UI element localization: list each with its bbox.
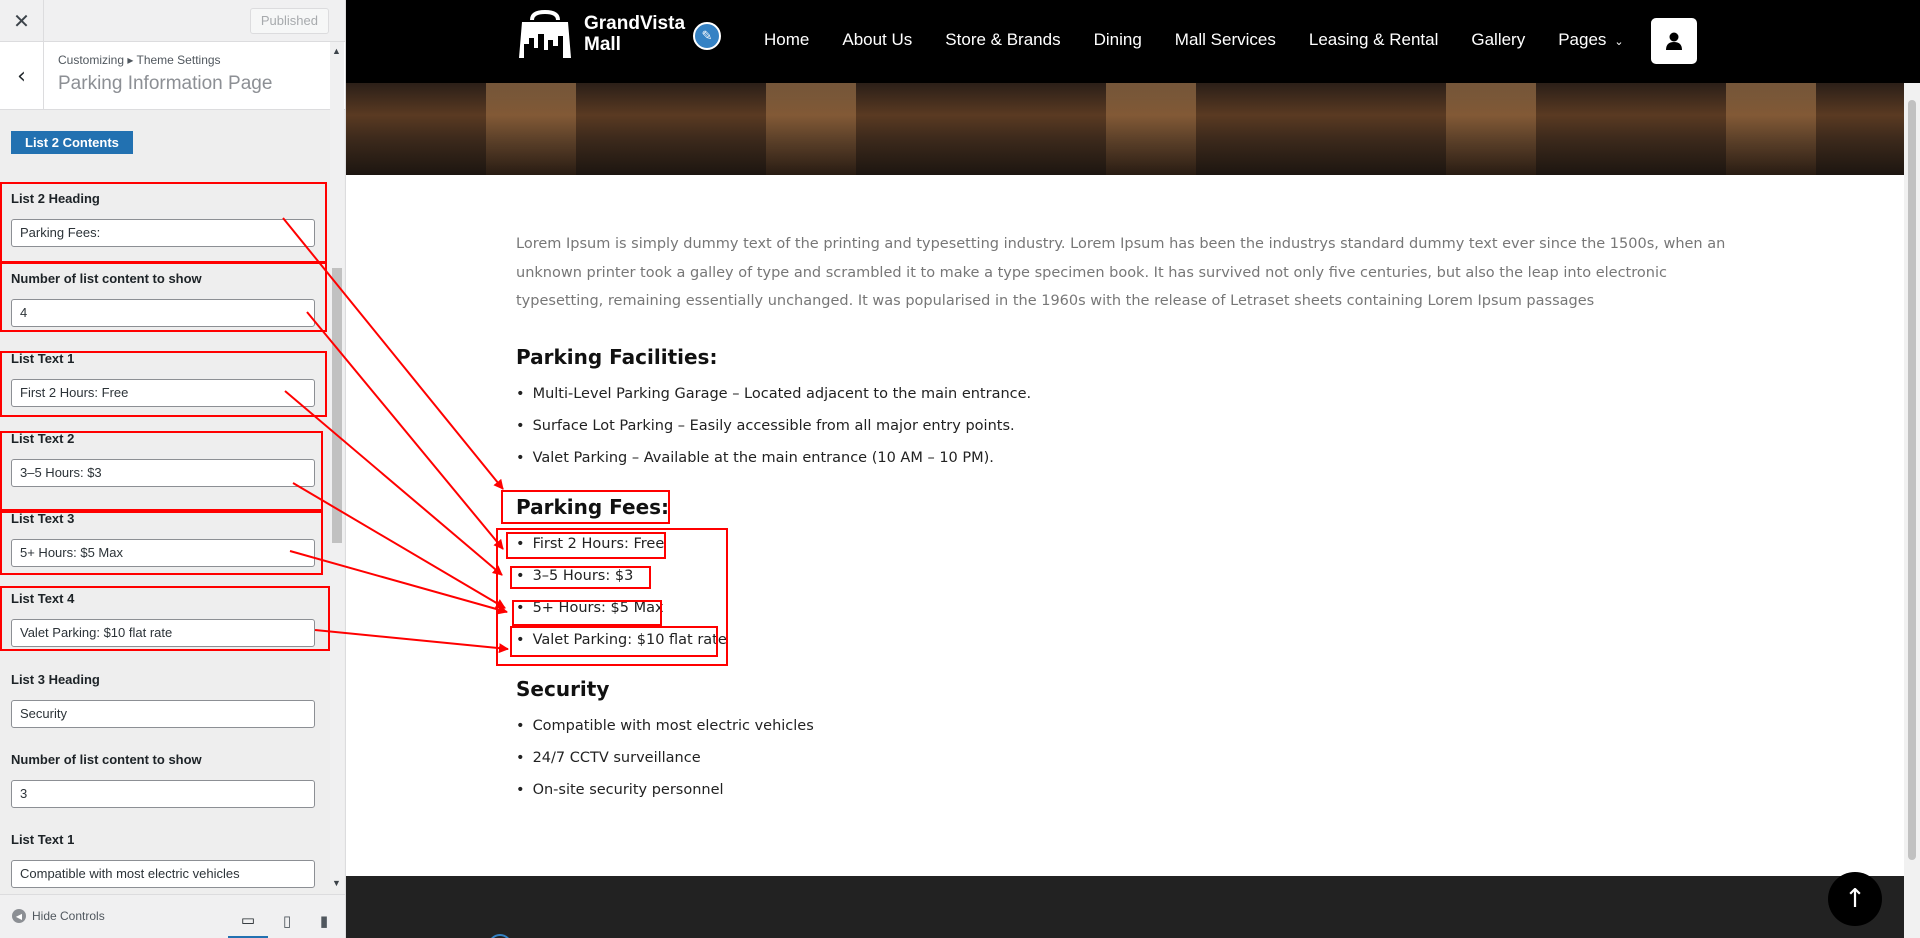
- breadcrumb: Customizing ▸ Theme Settings: [58, 53, 221, 67]
- menu-item-about[interactable]: About Us: [842, 30, 912, 50]
- close-icon[interactable]: ✕: [0, 0, 44, 42]
- list-item: First 2 Hours: Free: [516, 536, 665, 552]
- list2-text1-input[interactable]: First 2 Hours: Free: [11, 379, 315, 407]
- field-list2-text3: List Text 3 5+ Hours: $5 Max: [11, 511, 315, 567]
- logo-line-2: Mall: [584, 34, 621, 55]
- menu-item-leasing[interactable]: Leasing & Rental: [1309, 30, 1438, 50]
- field-list2-heading: List 2 Heading Parking Fees:: [11, 191, 315, 247]
- menu-item-gallery[interactable]: Gallery: [1471, 30, 1525, 50]
- sidebar-scroll-thumb[interactable]: [332, 268, 342, 543]
- field-list3-text1: List Text 1 Compatible with most electri…: [11, 832, 315, 888]
- menu-item-home[interactable]: Home: [764, 30, 809, 50]
- chevron-down-icon: ⌄: [1614, 35, 1624, 48]
- customizer-footer: ◀ Hide Controls ▭ ▯ ▮: [0, 894, 345, 938]
- field-label: List 2 Heading: [11, 191, 100, 206]
- customizer-panel: ✕ Published ‹ Customizing ▸ Theme Settin…: [0, 0, 346, 938]
- user-icon: [1666, 32, 1682, 50]
- hero-banner-image: [346, 83, 1906, 175]
- list-item: Valet Parking – Available at the main en…: [516, 450, 994, 466]
- list-item: Surface Lot Parking – Easily accessible …: [516, 418, 1015, 434]
- field-label: List Text 1: [11, 832, 75, 847]
- list-item: Compatible with most electric vehicles: [516, 718, 814, 734]
- page-scroll-thumb[interactable]: [1908, 100, 1916, 860]
- menu-item-stores[interactable]: Store & Brands: [945, 30, 1060, 50]
- field-label: Number of list content to show: [11, 752, 202, 767]
- site-preview: GrandVista Mall ✎ Home About Us Store & …: [346, 0, 1920, 938]
- field-list2-text2: List Text 2 3–5 Hours: $3: [11, 431, 315, 487]
- section-title: Parking Information Page: [58, 73, 273, 94]
- list2-text4-input[interactable]: Valet Parking: $10 flat rate: [11, 619, 315, 647]
- list3-heading: Security: [516, 677, 610, 701]
- published-button[interactable]: Published: [249, 8, 329, 34]
- field-list3-heading: List 3 Heading Security: [11, 672, 315, 728]
- intro-paragraph-wrap: Lorem Ipsum is simply dummy text of the …: [516, 230, 1736, 316]
- list-item: Valet Parking: $10 flat rate: [516, 632, 727, 648]
- site-navbar: GrandVista Mall ✎ Home About Us Store & …: [346, 0, 1920, 83]
- edit-shortcut-pencil-icon[interactable]: ✎: [693, 22, 721, 50]
- menu-item-services[interactable]: Mall Services: [1175, 30, 1276, 50]
- back-arrow-icon[interactable]: ‹: [0, 42, 44, 110]
- list3-count-input[interactable]: 3: [11, 780, 315, 808]
- field-label: Number of list content to show: [11, 271, 202, 286]
- field-list3-count: Number of list content to show 3: [11, 752, 315, 808]
- scroll-up-icon[interactable]: ▲: [332, 46, 341, 56]
- collapse-icon: ◀: [12, 909, 26, 923]
- tablet-preview-icon[interactable]: ▯: [267, 903, 307, 938]
- field-label: List Text 1: [11, 351, 75, 366]
- scroll-down-icon[interactable]: ▼: [332, 878, 341, 888]
- field-label: List Text 3: [11, 511, 75, 526]
- list-item: Multi-Level Parking Garage – Located adj…: [516, 386, 1032, 402]
- list2-text3-input[interactable]: 5+ Hours: $5 Max: [11, 539, 315, 567]
- footer-icon: [488, 934, 512, 938]
- list-item: 5+ Hours: $5 Max: [516, 600, 664, 616]
- field-label: List Text 2: [11, 431, 75, 446]
- field-list2-text1: List Text 1 First 2 Hours: Free: [11, 351, 315, 407]
- hero-light: [486, 83, 576, 175]
- user-account-button[interactable]: [1651, 18, 1697, 64]
- menu-item-dining[interactable]: Dining: [1094, 30, 1142, 50]
- list2-heading-input[interactable]: Parking Fees:: [11, 219, 315, 247]
- list3-text1-input[interactable]: Compatible with most electric vehicles: [11, 860, 315, 888]
- hide-controls-label: Hide Controls: [32, 909, 105, 923]
- field-label: List Text 4: [11, 591, 75, 606]
- list3-heading-input[interactable]: Security: [11, 700, 315, 728]
- site-logo[interactable]: GrandVista Mall: [516, 10, 685, 58]
- hero-light: [766, 83, 856, 175]
- hide-controls-button[interactable]: ◀ Hide Controls: [12, 909, 105, 923]
- list-item: On-site security personnel: [516, 782, 724, 798]
- list2-text2-input[interactable]: 3–5 Hours: $3: [11, 459, 315, 487]
- customizer-header: ✕ Published: [0, 0, 345, 42]
- list1-heading: Parking Facilities:: [516, 345, 718, 369]
- intro-paragraph: Lorem Ipsum is simply dummy text of the …: [516, 236, 1726, 309]
- desktop-preview-icon[interactable]: ▭: [228, 903, 268, 938]
- hero-light: [1106, 83, 1196, 175]
- list-item: 24/7 CCTV surveillance: [516, 750, 701, 766]
- logo-line-1: GrandVista: [584, 13, 686, 34]
- field-list2-text4: List Text 4 Valet Parking: $10 flat rate: [11, 591, 315, 647]
- list2-count-input[interactable]: 4: [11, 299, 315, 327]
- field-label: List 3 Heading: [11, 672, 100, 687]
- site-footer: [346, 876, 1906, 938]
- menu-item-pages[interactable]: Pages ⌄: [1558, 30, 1623, 50]
- list-2-contents-button[interactable]: List 2 Contents: [11, 131, 133, 154]
- list-item: 3–5 Hours: $3: [516, 568, 634, 584]
- main-menu: Home About Us Store & Brands Dining Mall…: [764, 30, 1657, 50]
- scroll-to-top-button[interactable]: ↑: [1828, 872, 1882, 926]
- list2-heading: Parking Fees:: [516, 495, 670, 519]
- hero-light: [1446, 83, 1536, 175]
- menu-item-pages-label: Pages: [1558, 30, 1607, 49]
- hero-light: [1726, 83, 1816, 175]
- section-header: ‹ Customizing ▸ Theme Settings Parking I…: [0, 42, 345, 110]
- field-list2-count: Number of list content to show 4: [11, 271, 315, 327]
- mobile-preview-icon[interactable]: ▮: [304, 903, 344, 938]
- shopping-bag-city-icon: [519, 10, 571, 58]
